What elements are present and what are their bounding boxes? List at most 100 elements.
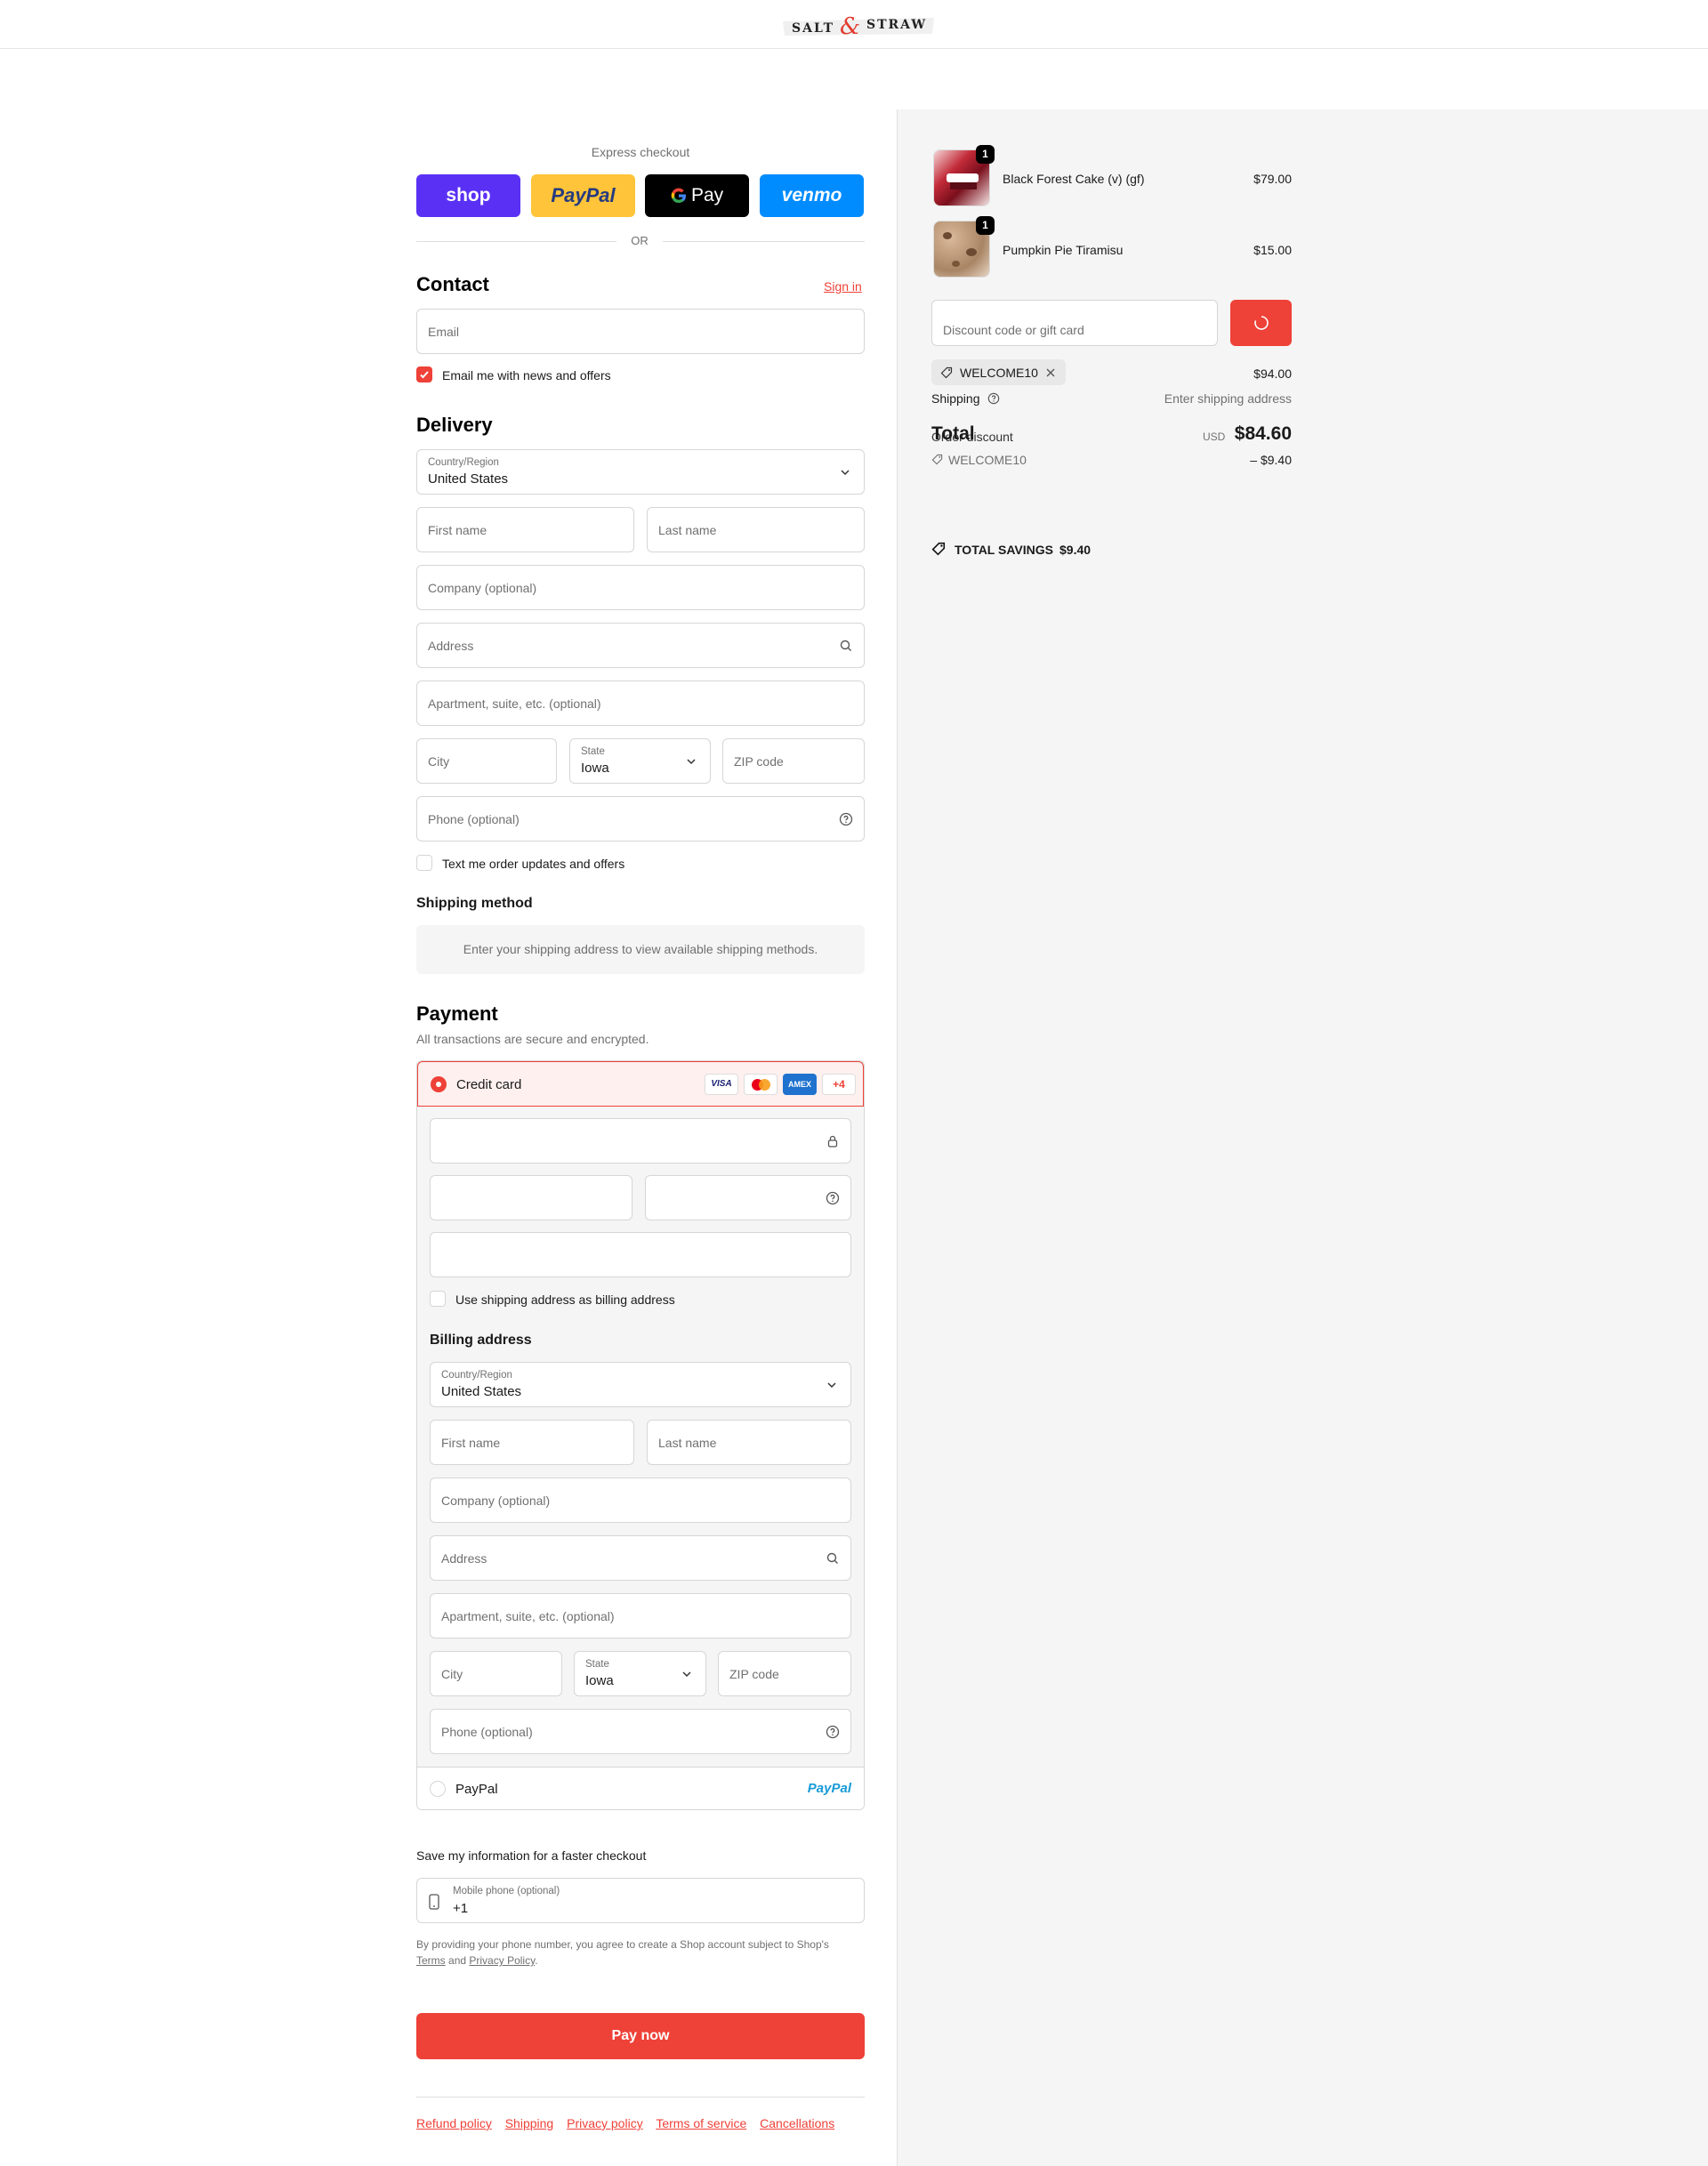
help-circle-icon[interactable] xyxy=(839,812,853,826)
legal-prefix: By providing your phone number, you agre… xyxy=(416,1938,829,1951)
billing-country-value: United States xyxy=(441,1384,522,1399)
mobile-phone-field[interactable]: Mobile phone (optional) +1 xyxy=(416,1878,865,1923)
shipping-value: Enter shipping address xyxy=(1164,391,1292,406)
svg-text:STRAW: STRAW xyxy=(866,18,927,32)
country-select[interactable]: Country/Region United States xyxy=(416,449,865,495)
payment-subtitle: All transactions are secure and encrypte… xyxy=(416,1032,649,1046)
legal-and: and xyxy=(448,1954,467,1967)
chevron-down-icon xyxy=(682,1671,691,1677)
delivery-title: Delivery xyxy=(416,414,493,436)
state-label: State xyxy=(581,746,605,757)
privacy-policy-link[interactable]: Privacy Policy xyxy=(469,1954,535,1967)
help-circle-icon[interactable] xyxy=(826,1725,840,1739)
search-icon xyxy=(826,1552,838,1564)
billing-city-field[interactable]: City xyxy=(430,1651,562,1696)
terms-of-service-link[interactable]: Terms of service xyxy=(656,2116,746,2130)
discount-code-field[interactable]: Discount code or gift card xyxy=(931,300,1218,346)
billing-country-label: Country/Region xyxy=(441,1370,512,1381)
subtotal-value: $94.00 xyxy=(1253,366,1292,381)
billing-apartment-field[interactable]: Apartment, suite, etc. (optional) xyxy=(430,1593,851,1639)
terms-link[interactable]: Terms xyxy=(416,1954,446,1967)
divider xyxy=(663,241,865,242)
quantity-badge: 1 xyxy=(976,145,995,164)
news-label: Email me with news and offers xyxy=(442,368,611,382)
help-circle-icon[interactable] xyxy=(826,1191,840,1205)
paypal-button[interactable]: PayPal xyxy=(531,174,635,217)
billing-phone-placeholder: Phone (optional) xyxy=(441,1724,533,1739)
refund-policy-link[interactable]: Refund policy xyxy=(416,2116,492,2130)
legal-period: . xyxy=(535,1954,538,1967)
security-code-field[interactable] xyxy=(645,1175,851,1220)
venmo-button[interactable]: venmo xyxy=(760,174,864,217)
use-shipping-label: Use shipping address as billing address xyxy=(455,1292,675,1307)
billing-company-field[interactable]: Company (optional) xyxy=(430,1478,851,1523)
zip-field[interactable]: ZIP code xyxy=(722,738,865,784)
billing-country-select[interactable]: Country/Region United States xyxy=(430,1362,851,1407)
chevron-down-icon xyxy=(827,1381,836,1388)
apartment-field[interactable]: Apartment, suite, etc. (optional) xyxy=(416,680,865,726)
billing-last-name-field[interactable]: Last name xyxy=(647,1420,851,1465)
phone-field[interactable]: Phone (optional) xyxy=(416,796,865,841)
google-pay-button[interactable]: Pay xyxy=(645,174,749,217)
city-field[interactable]: City xyxy=(416,738,557,784)
google-pay-label: Pay xyxy=(691,185,724,205)
zip-placeholder: ZIP code xyxy=(734,753,784,769)
phone-placeholder: Phone (optional) xyxy=(428,811,520,826)
credit-card-option[interactable]: Credit card VISA AMEX +4 xyxy=(417,1061,864,1107)
state-select[interactable]: State Iowa xyxy=(569,738,711,784)
billing-apartment-placeholder: Apartment, suite, etc. (optional) xyxy=(441,1608,615,1623)
salt-and-straw-logo[interactable]: SALT & STRAW xyxy=(781,11,936,39)
company-field[interactable]: Company (optional) xyxy=(416,565,865,610)
billing-first-name-field[interactable]: First name xyxy=(430,1420,634,1465)
use-shipping-checkbox[interactable] xyxy=(430,1291,446,1307)
sign-in-link[interactable]: Sign in xyxy=(824,279,862,294)
shop-pay-button[interactable]: shop xyxy=(416,174,520,217)
remove-icon[interactable] xyxy=(1045,367,1056,378)
shipping-method-title: Shipping method xyxy=(416,896,533,911)
billing-address-field[interactable]: Address xyxy=(430,1535,851,1581)
apply-discount-button[interactable] xyxy=(1230,300,1292,346)
product-name: Pumpkin Pie Tiramisu xyxy=(1003,243,1124,257)
shipping-policy-link[interactable]: Shipping xyxy=(505,2116,554,2130)
product-price: $15.00 xyxy=(1253,243,1292,257)
paypal-radio[interactable] xyxy=(430,1781,446,1797)
total-savings-value: $9.40 xyxy=(1059,543,1092,557)
more-cards-badge: +4 xyxy=(822,1074,856,1095)
amex-icon: AMEX xyxy=(783,1074,817,1095)
paypal-option[interactable]: PayPal PayPal xyxy=(417,1767,864,1809)
product-price: $79.00 xyxy=(1253,172,1292,186)
credit-card-radio[interactable] xyxy=(431,1076,447,1092)
privacy-policy-footer-link[interactable]: Privacy policy xyxy=(567,2116,643,2130)
billing-zip-field[interactable]: ZIP code xyxy=(718,1651,851,1696)
card-number-field[interactable] xyxy=(430,1118,851,1164)
expiration-field[interactable] xyxy=(430,1175,632,1220)
order-summary-panel xyxy=(897,109,1708,2166)
shop-pay-label: shop xyxy=(446,185,491,205)
first-name-field[interactable]: First name xyxy=(416,507,634,552)
name-on-card-field[interactable] xyxy=(430,1232,851,1277)
express-checkout-title: Express checkout xyxy=(591,145,690,159)
discount-code-label: WELCOME10 xyxy=(948,453,1027,467)
mobile-phone-label: Mobile phone (optional) xyxy=(453,1886,560,1896)
email-field[interactable]: Email xyxy=(416,309,865,354)
first-name-placeholder: First name xyxy=(428,522,487,537)
search-icon xyxy=(840,640,851,651)
shipping-label: Shipping xyxy=(931,391,980,406)
address-placeholder: Address xyxy=(428,638,474,653)
address-field[interactable]: Address xyxy=(416,623,865,668)
cancellations-link[interactable]: Cancellations xyxy=(760,2116,834,2130)
pay-now-button[interactable]: Pay now xyxy=(416,2013,865,2059)
visa-icon: VISA xyxy=(705,1074,738,1095)
news-checkbox[interactable] xyxy=(416,366,432,382)
tag-icon xyxy=(931,454,943,465)
check-icon xyxy=(420,371,429,379)
help-circle-icon[interactable] xyxy=(987,392,1000,405)
footer-divider xyxy=(416,2097,865,2098)
sms-checkbox[interactable] xyxy=(416,855,432,871)
billing-state-select[interactable]: State Iowa xyxy=(574,1651,706,1696)
last-name-field[interactable]: Last name xyxy=(647,507,865,552)
billing-company-placeholder: Company (optional) xyxy=(441,1493,551,1508)
billing-phone-field[interactable]: Phone (optional) xyxy=(430,1709,851,1754)
google-g-icon xyxy=(671,188,686,204)
country-value: United States xyxy=(428,471,509,487)
